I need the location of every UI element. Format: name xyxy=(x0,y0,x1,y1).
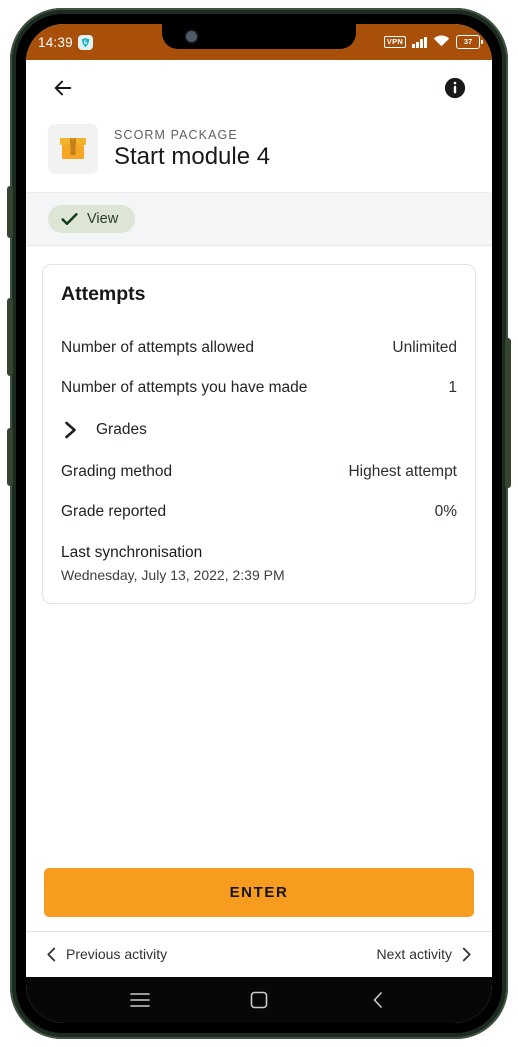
check-icon xyxy=(61,213,78,226)
vpn-shield-icon xyxy=(77,34,93,50)
enter-button[interactable]: ENTER xyxy=(44,868,474,917)
info-button[interactable] xyxy=(440,73,470,103)
enter-button-container: ENTER xyxy=(26,868,492,931)
activity-navigation: Previous activity Next activity xyxy=(26,931,492,977)
table-row: Number of attempts you have made 1 xyxy=(61,368,457,408)
chevron-right-icon xyxy=(462,947,471,961)
front-camera-icon xyxy=(186,31,197,42)
attempts-card-title: Attempts xyxy=(61,283,146,305)
system-back-button[interactable] xyxy=(358,985,398,1015)
content-area: Attempts Number of attempts allowed Unli… xyxy=(26,246,492,868)
table-row: Number of attempts allowed Unlimited xyxy=(61,328,457,368)
phone-device-frame: 14:39 VPN 37 SCORM PACKAGE Start module … xyxy=(7,8,511,1039)
recents-button[interactable] xyxy=(120,985,160,1015)
power-button[interactable] xyxy=(7,428,13,486)
module-header: SCORM PACKAGE Start module 4 xyxy=(26,116,492,192)
view-chip-label: View xyxy=(87,211,119,227)
display-notch xyxy=(162,24,356,49)
android-navigation-bar xyxy=(26,977,492,1023)
battery-icon: 37 xyxy=(456,35,483,49)
chevron-back-icon xyxy=(374,992,383,1008)
status-bar-left: 14:39 xyxy=(38,34,93,50)
row-label: Grade reported xyxy=(61,503,167,520)
status-bar-right: VPN 37 xyxy=(383,34,483,50)
row-value: 0% xyxy=(434,503,457,520)
info-circle-icon xyxy=(444,77,466,99)
row-label: Grading method xyxy=(61,463,173,480)
wifi-icon xyxy=(433,34,450,50)
chevron-right-icon xyxy=(65,421,76,439)
row-value: Unlimited xyxy=(392,339,457,356)
page-title: Start module 4 xyxy=(114,142,271,170)
volume-down-button[interactable] xyxy=(7,298,13,376)
back-button[interactable] xyxy=(48,73,78,103)
grades-label: Grades xyxy=(96,421,147,438)
previous-activity-label: Previous activity xyxy=(66,946,168,962)
view-completion-chip[interactable]: View xyxy=(48,205,136,233)
right-side-button[interactable] xyxy=(505,338,511,488)
previous-activity-link[interactable]: Previous activity xyxy=(46,946,167,962)
cellular-signal-icon xyxy=(412,36,427,48)
next-activity-link[interactable]: Next activity xyxy=(377,946,472,962)
home-button[interactable] xyxy=(239,985,279,1015)
attempts-card: Attempts Number of attempts allowed Unli… xyxy=(42,264,476,604)
grades-expander[interactable]: Grades xyxy=(61,408,457,452)
arrow-left-icon xyxy=(54,80,72,96)
table-row: Grading method Highest attempt xyxy=(61,452,457,492)
row-value: 1 xyxy=(448,379,457,396)
module-kicker: SCORM PACKAGE xyxy=(114,127,238,142)
row-value: Highest attempt xyxy=(348,463,457,480)
menu-icon xyxy=(129,993,150,1007)
square-home-icon xyxy=(250,991,268,1009)
completion-band: View xyxy=(26,192,492,246)
row-label: Number of attempts allowed xyxy=(61,339,254,356)
status-bar: 14:39 VPN 37 xyxy=(26,24,492,60)
chevron-left-icon xyxy=(47,947,56,961)
module-text: SCORM PACKAGE Start module 4 xyxy=(114,128,270,171)
volume-up-button[interactable] xyxy=(7,186,13,238)
package-box-icon xyxy=(48,124,98,174)
battery-level-label: 37 xyxy=(463,37,473,47)
sync-title: Last synchronisation xyxy=(61,544,203,561)
next-activity-label: Next activity xyxy=(376,946,452,962)
vpn-badge: VPN xyxy=(383,36,407,48)
last-synchronisation-block: Last synchronisation Wednesday, July 13,… xyxy=(61,532,457,583)
row-label: Number of attempts you have made xyxy=(61,379,308,396)
status-clock: 14:39 xyxy=(38,34,73,50)
table-row: Grade reported 0% xyxy=(61,492,457,532)
sync-timestamp: Wednesday, July 13, 2022, 2:39 PM xyxy=(61,567,285,583)
phone-screen: 14:39 VPN 37 SCORM PACKAGE Start module … xyxy=(26,24,492,1023)
app-bar xyxy=(26,60,492,116)
